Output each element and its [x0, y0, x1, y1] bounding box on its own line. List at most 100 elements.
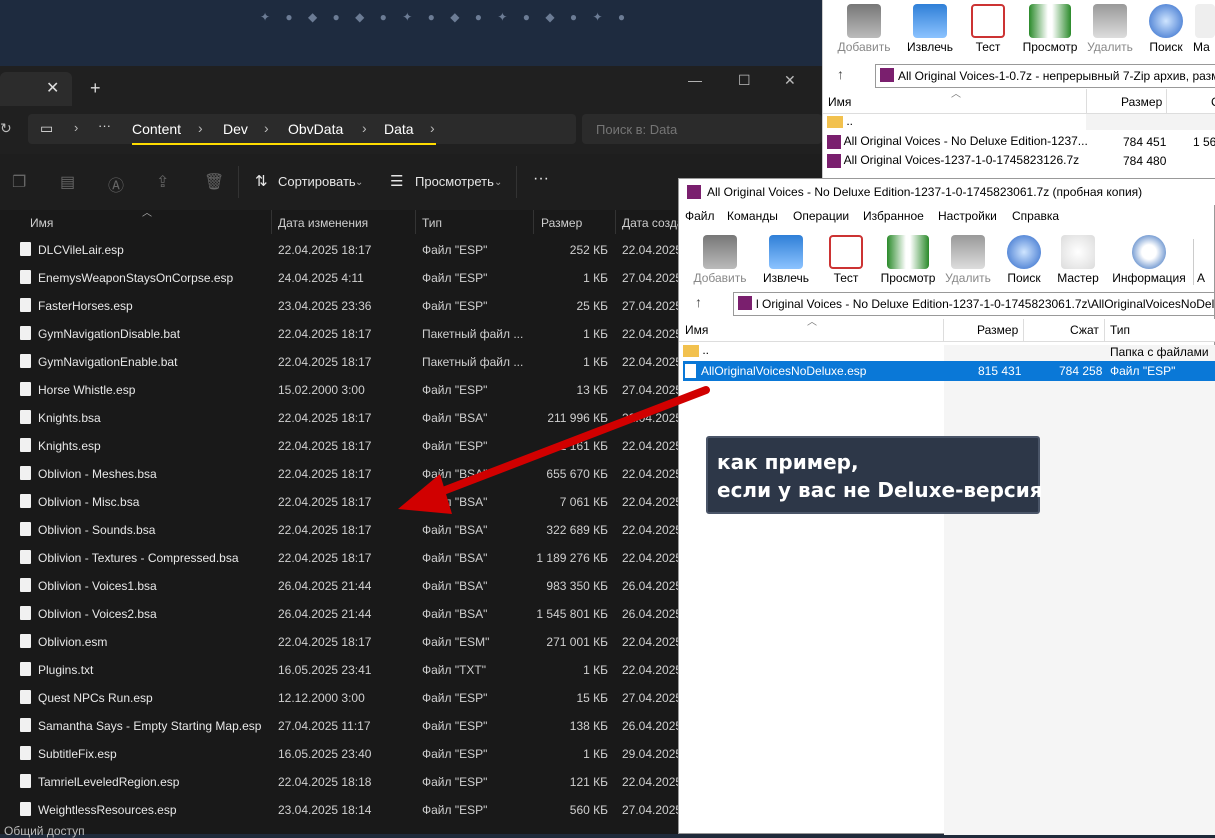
extract-button[interactable]: Извлечь — [753, 231, 819, 285]
menu-file[interactable]: Файл — [685, 209, 715, 223]
view-label: Просмотр — [1022, 40, 1078, 54]
share-icon[interactable]: ⇪ — [156, 172, 169, 192]
close-window-icon[interactable]: ✕ — [784, 72, 796, 89]
background-icons: ✦ ● ◆ ● ◆ ● ✦ ● ◆ ● ✦ ● ◆ ● ✦ ● — [260, 10, 632, 24]
extra-button[interactable]: А — [1197, 231, 1215, 285]
list-item[interactable]: All Original Voices - No Deluxe Edition-… — [827, 134, 1088, 149]
view-button[interactable]: Просмотр — [1017, 0, 1083, 54]
delete-icon[interactable]: 🗑 — [204, 172, 224, 192]
list-item-selected[interactable]: AllOriginalVoicesNoDeluxe.esp 815 431 78… — [683, 361, 1215, 381]
breadcrumb-content[interactable]: Content — [132, 121, 181, 137]
tab-active[interactable] — [0, 72, 72, 106]
column-divider[interactable] — [1023, 319, 1024, 341]
search-input[interactable] — [594, 121, 818, 138]
breadcrumb-dev[interactable]: Dev — [223, 121, 248, 137]
file-created: 26.04.2025 — [622, 719, 683, 733]
file-icon — [20, 578, 31, 592]
maximize-icon[interactable]: ☐ — [738, 72, 751, 89]
column-header-name[interactable]: Имя — [828, 95, 851, 109]
column-divider[interactable] — [1166, 89, 1167, 113]
file-size: 271 001 КБ — [546, 635, 608, 649]
menu-favorites[interactable]: Избранное — [863, 209, 924, 223]
archive-path-field[interactable]: l Original Voices - No Deluxe Edition-12… — [733, 292, 1215, 316]
column-header-created[interactable]: Дата созда — [622, 216, 684, 230]
breadcrumb-data[interactable]: Data — [384, 121, 414, 137]
archive-icon — [827, 153, 841, 168]
file-created: 22.04.2025 — [622, 523, 683, 537]
list-item[interactable]: .. — [683, 343, 709, 357]
archive-window-1: Добавить Извлечь Тест Просмотр Удалить П… — [822, 0, 1215, 178]
column-header-type[interactable]: Тип — [1110, 323, 1130, 337]
column-divider[interactable] — [615, 210, 616, 234]
up-arrow-icon[interactable]: ↑ — [837, 66, 844, 82]
column-divider[interactable] — [415, 210, 416, 234]
file-created: 27.04.2025 — [622, 691, 683, 705]
minimize-icon[interactable]: — — [688, 72, 702, 88]
file-created: 26.04.2025 — [622, 579, 683, 593]
column-header-name[interactable]: Имя — [685, 323, 708, 337]
column-divider[interactable] — [1104, 319, 1105, 341]
column-header-size[interactable]: Размер — [977, 323, 1018, 337]
info-button[interactable]: Информация — [1107, 231, 1191, 285]
column-divider[interactable] — [1086, 89, 1087, 113]
view-button[interactable]: Просмотр — [875, 231, 941, 285]
column-header-size[interactable]: Размер — [541, 216, 582, 230]
column-header-packed-cut[interactable]: С — [1211, 95, 1215, 109]
rename-icon[interactable]: Ⓐ — [108, 172, 124, 196]
column-header-packed[interactable]: Сжат — [1070, 323, 1099, 337]
column-header-date[interactable]: Дата изменения — [278, 216, 368, 230]
list-item[interactable]: .. — [827, 114, 853, 128]
magnifier-icon — [1007, 235, 1041, 269]
paste-icon[interactable]: ▤ — [60, 172, 75, 192]
close-tab-icon[interactable]: ✕ — [46, 78, 59, 98]
more-options-button[interactable]: ··· — [533, 170, 549, 188]
archive-path-field[interactable]: All Original Voices-1-0.7z - непрерывный… — [875, 64, 1215, 88]
search-label: Поиск — [1149, 40, 1183, 54]
menu-help[interactable]: Справка — [1012, 209, 1059, 223]
delete-button[interactable]: Удалить — [1085, 0, 1135, 54]
file-created: 22.04.2025 — [622, 411, 683, 425]
copy-icon[interactable]: ❐ — [12, 172, 26, 192]
column-divider[interactable] — [271, 210, 272, 234]
wizard-button[interactable]: Ма — [1193, 0, 1215, 54]
up-arrow-icon[interactable]: ↑ — [695, 294, 702, 310]
search-button[interactable]: Поиск — [1141, 0, 1191, 54]
file-type: Пакетный файл ... — [422, 327, 524, 341]
view-button[interactable]: Просмотреть — [415, 174, 494, 189]
test-button[interactable]: Тест — [963, 0, 1013, 54]
column-divider[interactable] — [533, 210, 534, 234]
column-divider[interactable] — [943, 319, 944, 341]
callout-line-2: если у вас не Deluxe-версия — [717, 478, 1043, 502]
search-button[interactable]: Поиск — [999, 231, 1049, 285]
delete-button[interactable]: Удалить — [943, 231, 993, 285]
folder-icon — [683, 344, 699, 357]
menu-operations[interactable]: Операции — [793, 209, 849, 223]
refresh-icon[interactable]: ↻ — [0, 120, 12, 137]
column-header-size[interactable]: Размер — [1121, 95, 1162, 109]
column-header-type[interactable]: Тип — [422, 216, 442, 230]
menu-settings[interactable]: Настройки — [938, 209, 997, 223]
new-tab-icon[interactable]: + — [90, 78, 101, 99]
file-type: Файл "ESP" — [422, 439, 488, 453]
column-header-name[interactable]: Имя — [30, 216, 53, 230]
file-name: GymNavigationDisable.bat — [38, 327, 181, 341]
list-item[interactable]: All Original Voices-1237-1-0-1745823126.… — [827, 153, 1079, 168]
add-icon — [703, 235, 737, 269]
add-button[interactable]: Добавить — [831, 0, 897, 54]
file-icon — [20, 634, 31, 648]
test-button[interactable]: Тест — [821, 231, 871, 285]
row-name: .. — [702, 343, 710, 357]
file-date: 22.04.2025 18:17 — [278, 411, 372, 425]
menu-commands[interactable]: Команды — [727, 209, 778, 223]
breadcrumb-obvdata[interactable]: ObvData — [288, 121, 343, 137]
sort-button[interactable]: Сортировать — [278, 174, 356, 189]
file-name: Oblivion - Textures - Compressed.bsa — [38, 551, 239, 565]
extract-button[interactable]: Извлечь — [897, 0, 963, 54]
add-button[interactable]: Добавить — [687, 231, 753, 285]
breadcrumb[interactable]: ▭ › ··· Content › Dev › ObvData › Data › — [28, 114, 576, 144]
file-name: Knights.esp — [38, 439, 101, 453]
more-crumbs-icon[interactable]: ··· — [98, 118, 111, 133]
wizard-button[interactable]: Мастер — [1053, 231, 1103, 285]
file-created: 22.04.2025 — [622, 663, 683, 677]
file-created: 27.04.2025 — [622, 383, 683, 397]
